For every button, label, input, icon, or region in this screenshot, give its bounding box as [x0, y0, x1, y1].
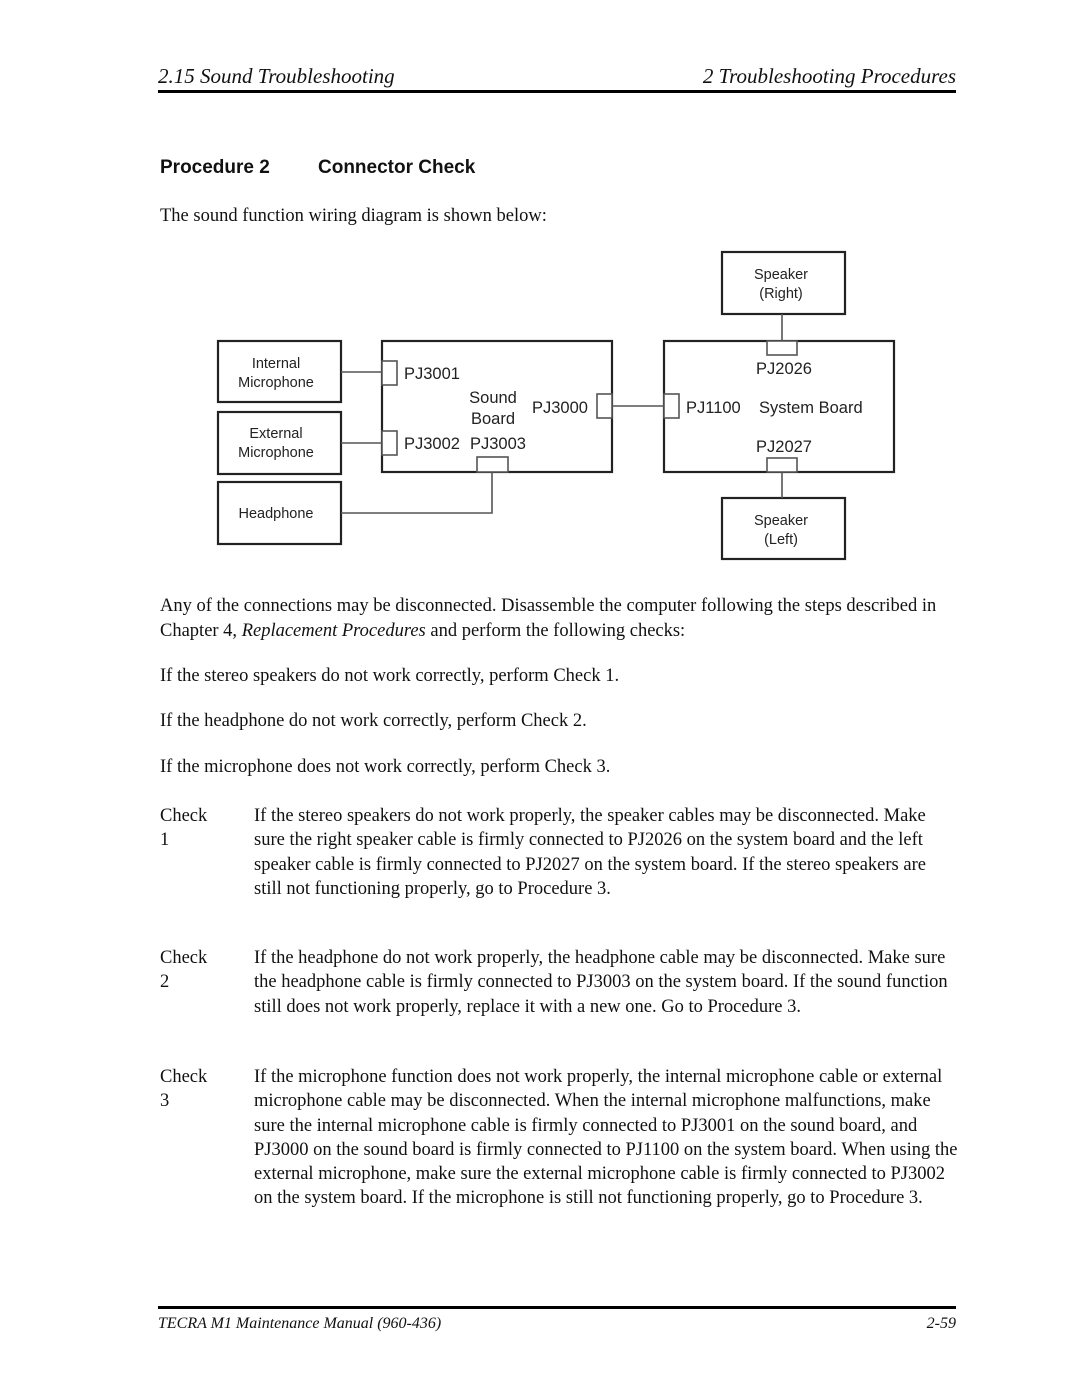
procedure-number: Procedure 2: [160, 157, 270, 178]
svg-text:(Right): (Right): [759, 286, 803, 302]
speaker-right-label: Speaker: [754, 267, 808, 283]
speaker-right-box: [720, 250, 847, 316]
external-mic-label: External: [249, 426, 302, 442]
check2-instruction: If the headphone do not work correctly, …: [160, 711, 587, 731]
check-label: Check 2: [160, 948, 208, 993]
sound-board-label-2: Board: [471, 410, 515, 428]
connections-paragraph: Any of the connections may be disconnect…: [160, 596, 937, 641]
header-rule: [158, 90, 956, 93]
footer-manual-title: TECRA M1 Maintenance Manual (960-436): [158, 1315, 442, 1332]
external-mic-box: [216, 410, 343, 476]
sound-board-label-1: Sound: [469, 389, 517, 407]
replacement-procedures-ref: Replacement Procedures: [241, 620, 426, 641]
procedure-title: Connector Check: [318, 157, 476, 178]
intro-text: The sound function wiring diagram is sho…: [160, 206, 547, 226]
pj3002-label: PJ3002: [404, 435, 460, 453]
svg-text:Microphone: Microphone: [238, 445, 314, 461]
page-header: 2.15 Sound Troubleshooting 2 Troubleshoo…: [158, 62, 956, 92]
check-text: If the headphone do not work properly, t…: [254, 948, 948, 1017]
pj3000-label: PJ3000: [532, 399, 588, 417]
pj1100-label: PJ1100: [686, 399, 741, 417]
check-text: If the stereo speakers do not work prope…: [254, 806, 926, 899]
speaker-left-box: [720, 496, 847, 561]
check-label: Check 1: [160, 806, 208, 851]
pj3000-connector: [596, 393, 613, 419]
svg-text:Microphone: Microphone: [238, 375, 314, 391]
check3-instruction: If the microphone does not work correctl…: [160, 757, 611, 777]
pj3001-connector: [381, 360, 398, 386]
sound-board-box: [380, 339, 614, 474]
pj2026-label: PJ2026: [756, 360, 812, 378]
system-board-label: System Board: [759, 399, 863, 417]
internal-mic-box: [216, 339, 343, 404]
pj3003-label: PJ3003: [470, 435, 526, 453]
footer-rule: [158, 1306, 956, 1309]
headphone-box: [216, 480, 343, 546]
check-label: Check 3: [160, 1067, 208, 1112]
speaker-left-label: Speaker: [754, 513, 808, 529]
check-text: If the microphone function does not work…: [254, 1067, 958, 1209]
check1-instruction: If the stereo speakers do not work corre…: [160, 666, 620, 686]
pj2027-connector: [766, 457, 798, 473]
header-chapter: 2 Troubleshooting Procedures: [702, 64, 956, 88]
header-section: 2.15 Sound Troubleshooting: [158, 64, 395, 88]
headphone-label: Headphone: [239, 506, 314, 522]
page-number: 2-59: [926, 1315, 956, 1332]
system-board-box: [662, 339, 896, 474]
wire-headphone: [341, 472, 493, 514]
pj3003-connector: [476, 456, 509, 473]
pj3001-label: PJ3001: [404, 365, 460, 383]
pj1100-connector: [663, 393, 680, 419]
internal-mic-label: Internal: [252, 356, 300, 372]
procedure-heading: Procedure 2 Connector Check: [160, 157, 475, 179]
svg-text:(Left): (Left): [764, 532, 798, 548]
pj2027-label: PJ2027: [756, 438, 812, 456]
pj3002-connector: [381, 430, 398, 456]
pj2026-connector: [766, 340, 798, 356]
